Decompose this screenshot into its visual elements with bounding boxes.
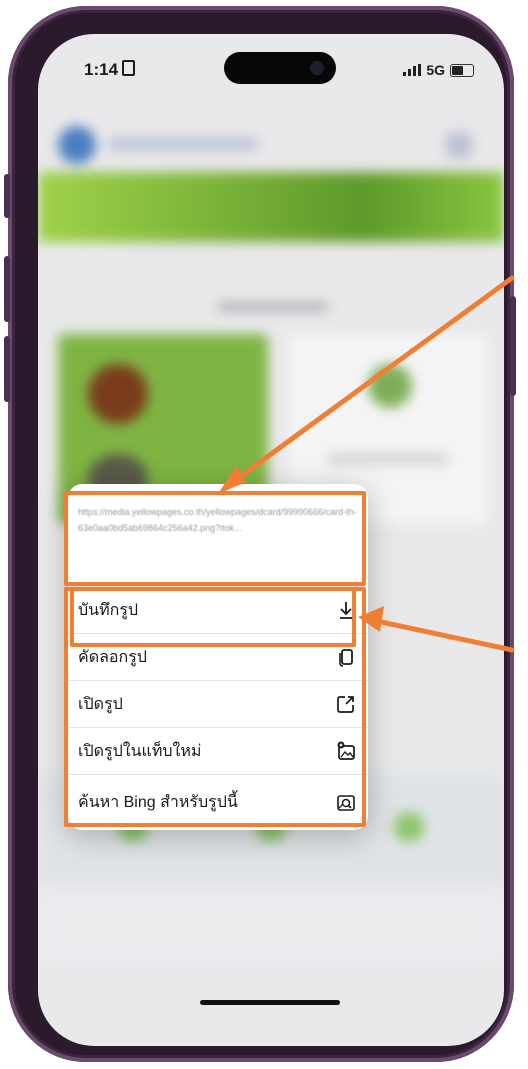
arrowhead-save-item [358, 606, 384, 632]
arrow-to-url-preview [227, 275, 515, 487]
annotation-arrows [218, 275, 515, 653]
arrow-to-save-item [369, 617, 515, 653]
arrowhead-url-preview [218, 466, 246, 494]
